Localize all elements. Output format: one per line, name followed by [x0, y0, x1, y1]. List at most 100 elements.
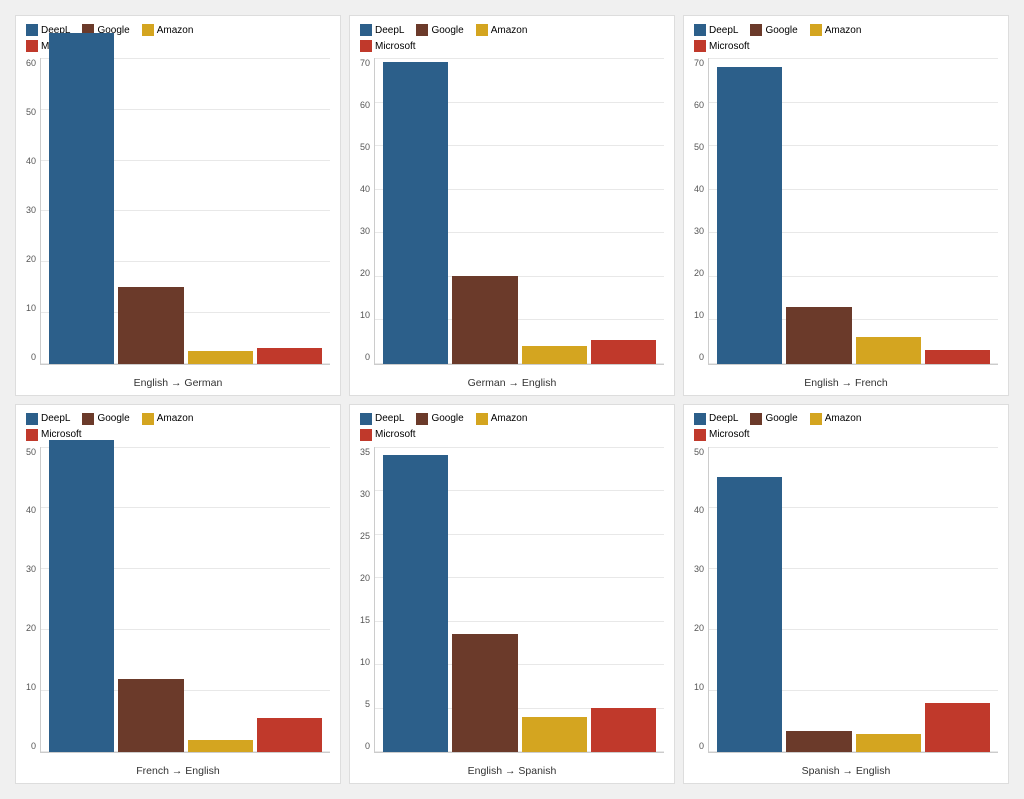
amazon-bar [856, 337, 921, 363]
amazon-legend-color [476, 24, 488, 36]
legend-item-deepl: DeepL [360, 24, 404, 36]
bars-group [41, 447, 330, 753]
microsoft-legend-color [360, 40, 372, 52]
y-tick: 30 [26, 205, 36, 215]
chart-legend: DeepL Google Amazon Microsoft [360, 24, 664, 52]
amazon-legend-label: Amazon [157, 413, 194, 424]
y-tick: 40 [26, 156, 36, 166]
y-tick: 20 [360, 573, 370, 583]
google-bar [452, 634, 517, 752]
y-tick: 20 [26, 623, 36, 633]
y-tick: 50 [26, 447, 36, 457]
y-tick: 70 [360, 58, 370, 68]
google-legend-color [750, 413, 762, 425]
plot-area [40, 447, 330, 754]
amazon-legend-label: Amazon [491, 25, 528, 36]
bars-group [375, 447, 664, 753]
plot-area [708, 58, 998, 365]
chart-eng-fre: DeepLGoogleAmazonMicrosoft70605040302010… [683, 15, 1009, 396]
google-bar [452, 276, 517, 363]
chart-legend: DeepL Google Amazon Microsoft [360, 413, 664, 441]
microsoft-legend-label: Microsoft [375, 41, 416, 52]
y-tick: 30 [694, 564, 704, 574]
legend-item-deepl: DeepL [360, 413, 404, 425]
legend-item-google: Google [82, 413, 129, 425]
microsoft-bar [257, 718, 322, 752]
dashboard: DeepL Google Amazon Microsoft 60 50 40 30 20 10 0 E… [5, 5, 1019, 794]
microsoft-legend-label: Microsoft [375, 429, 416, 440]
deepl-bar [717, 67, 782, 364]
y-tick: 10 [360, 657, 370, 667]
legend-item-microsoft: Microsoft [694, 40, 750, 52]
google-legend-label: Google [431, 25, 463, 36]
deepl-legend-label: DeepL [709, 413, 738, 424]
chart-title: German → English [350, 377, 674, 389]
microsoft-legend-color [26, 40, 38, 52]
chart-title: English → French [684, 377, 1008, 389]
plot-area [374, 447, 664, 754]
y-tick: 30 [26, 564, 36, 574]
y-tick: 70 [694, 58, 704, 68]
legend-item-microsoft: Microsoft [360, 40, 416, 52]
bars-group [375, 58, 664, 364]
y-tick: 0 [365, 352, 370, 362]
deepl-bar [383, 62, 448, 363]
y-tick: 10 [360, 310, 370, 320]
amazon-bar [522, 346, 587, 363]
plot-area [40, 58, 330, 365]
google-legend-label: Google [97, 413, 129, 424]
microsoft-legend-color [694, 40, 706, 52]
amazon-legend-color [142, 413, 154, 425]
y-tick: 40 [694, 505, 704, 515]
microsoft-legend-label: Microsoft [41, 429, 82, 440]
chart-plot-area: 706050403020100 [694, 58, 998, 365]
deepl-bar [49, 33, 114, 364]
y-tick: 15 [360, 615, 370, 625]
deepl-legend-color [360, 413, 372, 425]
y-tick: 25 [360, 531, 370, 541]
chart-spa-eng: DeepLGoogleAmazonMicrosoft50403020100Spa… [683, 404, 1009, 785]
y-tick: 20 [360, 268, 370, 278]
google-legend-label: Google [765, 25, 797, 36]
google-legend-label: Google [431, 413, 463, 424]
plot-area [374, 58, 664, 365]
y-tick: 10 [26, 303, 36, 313]
microsoft-bar [591, 340, 656, 364]
y-tick: 50 [694, 447, 704, 457]
deepl-legend-label: DeepL [41, 413, 70, 424]
google-legend-color [82, 413, 94, 425]
microsoft-bar [925, 350, 990, 363]
y-tick: 40 [26, 505, 36, 515]
chart-plot-area: 50403020100 [694, 447, 998, 754]
legend-item-amazon: Amazon [142, 24, 194, 36]
deepl-legend-label: DeepL [709, 25, 738, 36]
y-tick: 20 [26, 254, 36, 264]
chart-legend: DeepLGoogleAmazonMicrosoft [694, 24, 998, 52]
microsoft-legend-color [360, 429, 372, 441]
y-axis: 35302520151050 [360, 447, 374, 754]
chart-title: Spanish → English [684, 765, 1008, 777]
y-tick: 35 [360, 447, 370, 457]
deepl-legend-color [26, 413, 38, 425]
google-legend-label: Google [765, 413, 797, 424]
y-tick: 5 [365, 699, 370, 709]
deepl-legend-color [360, 24, 372, 36]
y-tick: 60 [26, 58, 36, 68]
microsoft-bar [925, 703, 990, 752]
amazon-bar [188, 740, 253, 752]
y-tick: 10 [26, 682, 36, 692]
chart-plot-area: 706050403020100 [360, 58, 664, 365]
legend-item-amazon: Amazon [142, 413, 194, 425]
chart-title: English → German [16, 377, 340, 389]
microsoft-bar [591, 708, 656, 752]
amazon-legend-label: Amazon [157, 25, 194, 36]
legend-item-microsoft: Microsoft [360, 429, 416, 441]
y-tick: 30 [694, 226, 704, 236]
legend-item-deepl: DeepL [694, 24, 738, 36]
deepl-legend-color [694, 24, 706, 36]
plot-area [708, 447, 998, 754]
legend-item-amazon: Amazon [476, 413, 528, 425]
y-tick: 50 [360, 142, 370, 152]
deepl-legend-color [694, 413, 706, 425]
amazon-legend-color [810, 413, 822, 425]
